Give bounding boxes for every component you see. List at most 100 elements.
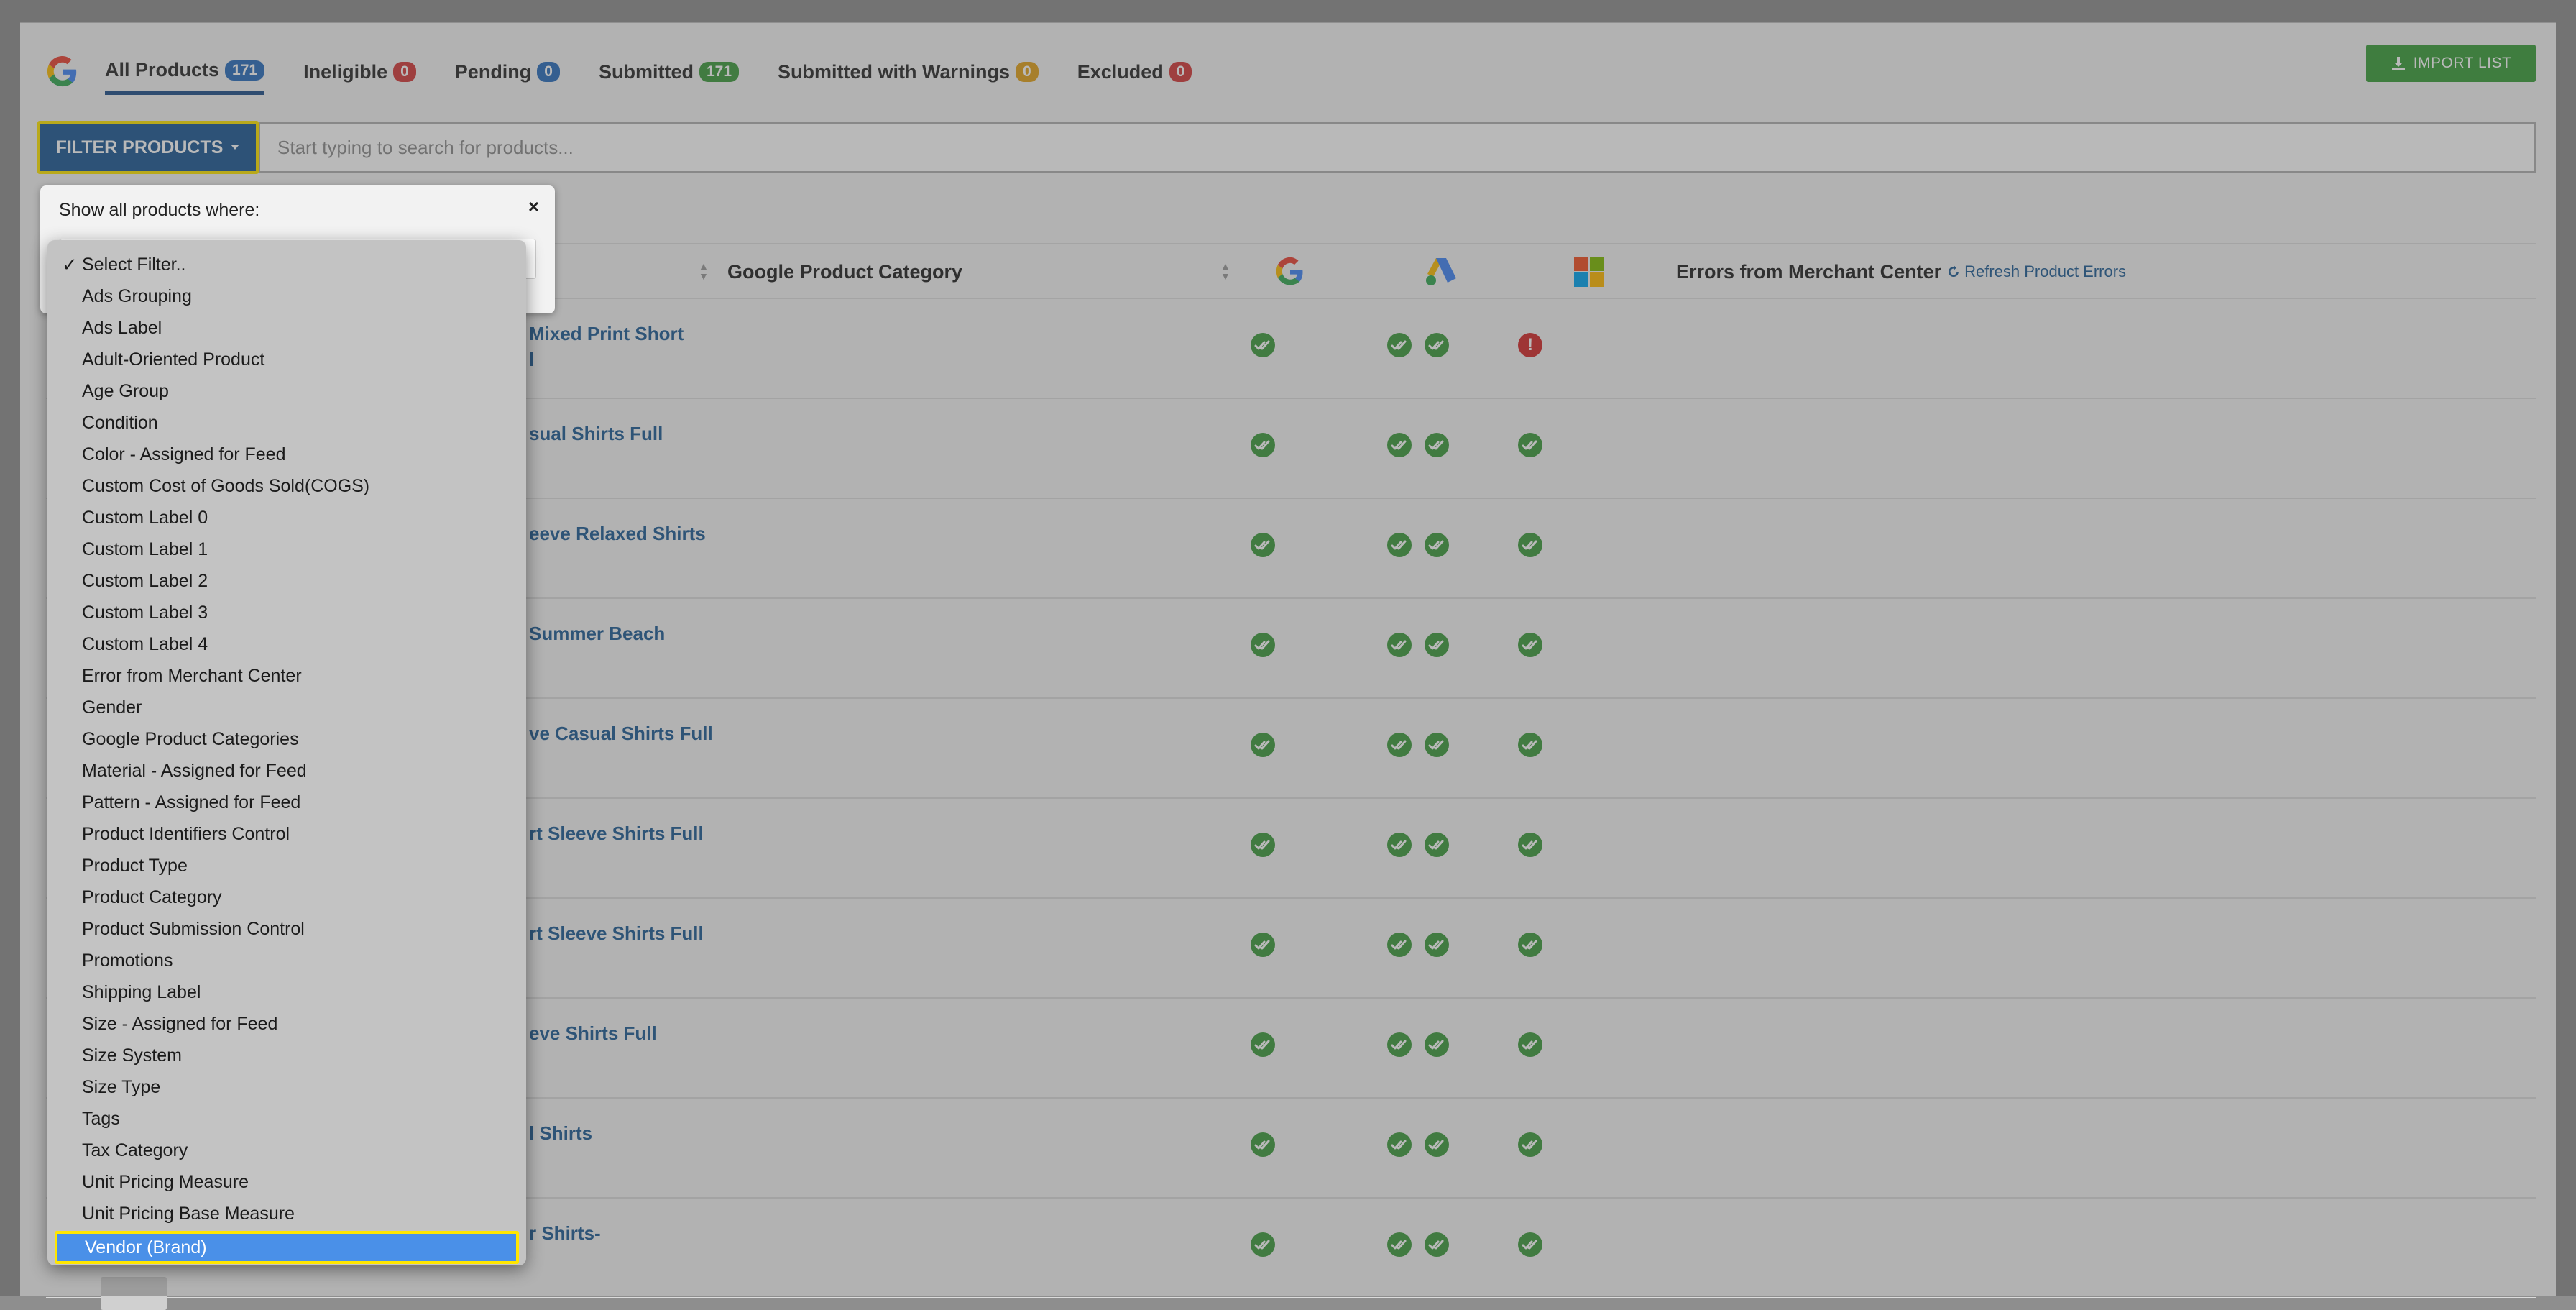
column-google-product-category[interactable]: Google Product Category: [727, 244, 962, 300]
tab-ineligible[interactable]: Ineligible 0: [303, 49, 416, 95]
microsoft-status-check-icon: [1518, 433, 1542, 457]
filter-option[interactable]: Size System: [47, 1040, 526, 1071]
product-title-link[interactable]: eeve Relaxed Shirts: [529, 521, 706, 546]
filter-option-label: Custom Cost of Goods Sold(COGS): [82, 475, 370, 496]
filter-option-label: Gender: [82, 697, 142, 718]
filter-option-label: Google Product Categories: [82, 728, 299, 749]
filter-option-label: Tags: [82, 1108, 120, 1129]
product-title-line: l: [529, 349, 535, 370]
search-input[interactable]: [277, 136, 2534, 159]
filter-option[interactable]: Adult-Oriented Product: [47, 344, 526, 375]
microsoft-status-check-icon: [1518, 1232, 1542, 1257]
filter-option[interactable]: Error from Merchant Center: [47, 660, 526, 692]
filter-option-label: Size System: [82, 1045, 182, 1066]
count-badge: 0: [1016, 62, 1039, 82]
filter-option-label: Select Filter..: [82, 254, 186, 275]
refresh-product-errors-label: Refresh Product Errors: [1964, 262, 2127, 280]
filter-option-label: Custom Label 0: [82, 507, 208, 528]
ads-status-check-icon: [1387, 533, 1412, 557]
product-title-link[interactable]: rt Sleeve Shirts Full: [529, 820, 704, 846]
tab-pending[interactable]: Pending 0: [455, 49, 560, 95]
filter-option[interactable]: Size Type: [47, 1071, 526, 1103]
product-title-line: Mixed Print Short: [529, 323, 684, 344]
tab-all-products[interactable]: All Products 171: [105, 49, 265, 95]
filter-option[interactable]: Product Submission Control: [47, 913, 526, 945]
ads-status-check-icon: [1425, 933, 1449, 957]
filter-products-button[interactable]: FILTER PRODUCTS: [37, 121, 259, 174]
google-ads-icon: [1426, 258, 1456, 285]
column-errors: Errors from Merchant Center Refresh Prod…: [1676, 244, 2126, 300]
tab-label: Ineligible: [303, 60, 388, 83]
tab-submitted-with-warnings[interactable]: Submitted with Warnings 0: [778, 49, 1039, 95]
count-badge: 171: [225, 60, 265, 81]
filter-option[interactable]: Material - Assigned for Feed: [47, 755, 526, 787]
product-title-link[interactable]: ve Casual Shirts Full: [529, 720, 713, 746]
filter-option[interactable]: Custom Label 1: [47, 533, 526, 565]
filter-option-label: Error from Merchant Center: [82, 665, 302, 686]
filter-option[interactable]: Ads Grouping: [47, 280, 526, 312]
product-title-link[interactable]: Mixed Print Short l: [529, 321, 684, 372]
filter-option[interactable]: Custom Label 2: [47, 565, 526, 597]
ads-status-check-icon: [1425, 433, 1449, 457]
errors-column-label: Errors from Merchant Center: [1676, 260, 1942, 283]
filter-option[interactable]: Product Type: [47, 850, 526, 881]
filter-option[interactable]: Gender: [47, 692, 526, 723]
ads-status-check-icon: [1387, 633, 1412, 657]
filter-option[interactable]: ✓ Select Filter..: [47, 249, 526, 280]
microsoft-status-check-icon: [1518, 733, 1542, 757]
filter-option[interactable]: Tax Category: [47, 1135, 526, 1166]
product-title-line: sual Shirts Full: [529, 423, 663, 444]
refresh-product-errors-link[interactable]: Refresh Product Errors: [1947, 262, 2126, 281]
filter-option[interactable]: Shipping Label: [47, 976, 526, 1008]
filter-option[interactable]: Unit Pricing Base Measure: [47, 1198, 526, 1229]
product-title-link[interactable]: Summer Beach: [529, 620, 665, 646]
import-list-button[interactable]: IMPORT LIST: [2366, 45, 2536, 82]
filter-option[interactable]: Google Product Categories: [47, 723, 526, 755]
filter-option-label: Tax Category: [82, 1140, 188, 1160]
product-title-line: l Shirts: [529, 1122, 593, 1144]
sort-icon[interactable]: ▲ ▼: [1220, 261, 1230, 283]
filter-option[interactable]: Unit Pricing Measure: [47, 1166, 526, 1198]
microsoft-status-check-icon: [1518, 933, 1542, 957]
filter-option[interactable]: Age Group: [47, 375, 526, 407]
filter-option[interactable]: Pattern - Assigned for Feed: [47, 787, 526, 818]
filter-option[interactable]: Color - Assigned for Feed: [47, 439, 526, 470]
filter-option[interactable]: Size - Assigned for Feed: [47, 1008, 526, 1040]
tab-excluded[interactable]: Excluded 0: [1077, 49, 1192, 95]
sort-icon[interactable]: ▲ ▼: [699, 261, 709, 283]
filter-option-label: Size Type: [82, 1076, 161, 1097]
filter-option[interactable]: Custom Label 0: [47, 502, 526, 533]
ads-status-check-icon: [1425, 1132, 1449, 1157]
ads-status-check-icon: [1425, 1232, 1449, 1257]
filter-option-label: Pattern - Assigned for Feed: [82, 792, 301, 812]
refresh-icon: [1949, 265, 1959, 277]
tab-label: All Products: [105, 59, 220, 81]
product-title-link[interactable]: l Shirts: [529, 1120, 592, 1146]
filter-option[interactable]: Product Identifiers Control: [47, 818, 526, 850]
filter-option-label: Unit Pricing Base Measure: [82, 1203, 295, 1224]
filter-option[interactable]: Custom Cost of Goods Sold(COGS): [47, 470, 526, 502]
filter-option-label: Promotions: [82, 950, 173, 971]
filter-option[interactable]: Condition: [47, 407, 526, 439]
filter-option[interactable]: Tags: [47, 1103, 526, 1135]
filter-option[interactable]: Ads Label: [47, 312, 526, 344]
close-icon[interactable]: ×: [528, 196, 539, 218]
filter-option[interactable]: Vendor (Brand): [55, 1231, 519, 1264]
ads-status-check-icon: [1425, 633, 1449, 657]
product-title-link[interactable]: rt Sleeve Shirts Full: [529, 920, 704, 946]
product-title-link[interactable]: sual Shirts Full: [529, 421, 663, 446]
ads-status-check-icon: [1387, 433, 1412, 457]
ads-status-check-icon: [1387, 333, 1412, 357]
filter-option[interactable]: Product Category: [47, 881, 526, 913]
filter-option-label: Product Submission Control: [82, 918, 305, 939]
tab-submitted[interactable]: Submitted 171: [599, 49, 740, 95]
status-tabs: All Products 171 Ineligible 0 Pending 0 …: [46, 49, 1230, 95]
filter-option[interactable]: Promotions: [47, 945, 526, 976]
filter-option[interactable]: Custom Label 3: [47, 597, 526, 628]
filter-option-label: Product Type: [82, 855, 188, 876]
filter-option[interactable]: Custom Label 4: [47, 628, 526, 660]
filter-option-label: Shipping Label: [82, 981, 201, 1002]
product-title-link[interactable]: r Shirts-: [529, 1220, 601, 1246]
product-title-link[interactable]: eve Shirts Full: [529, 1020, 657, 1046]
google-status-check-icon: [1251, 333, 1275, 357]
